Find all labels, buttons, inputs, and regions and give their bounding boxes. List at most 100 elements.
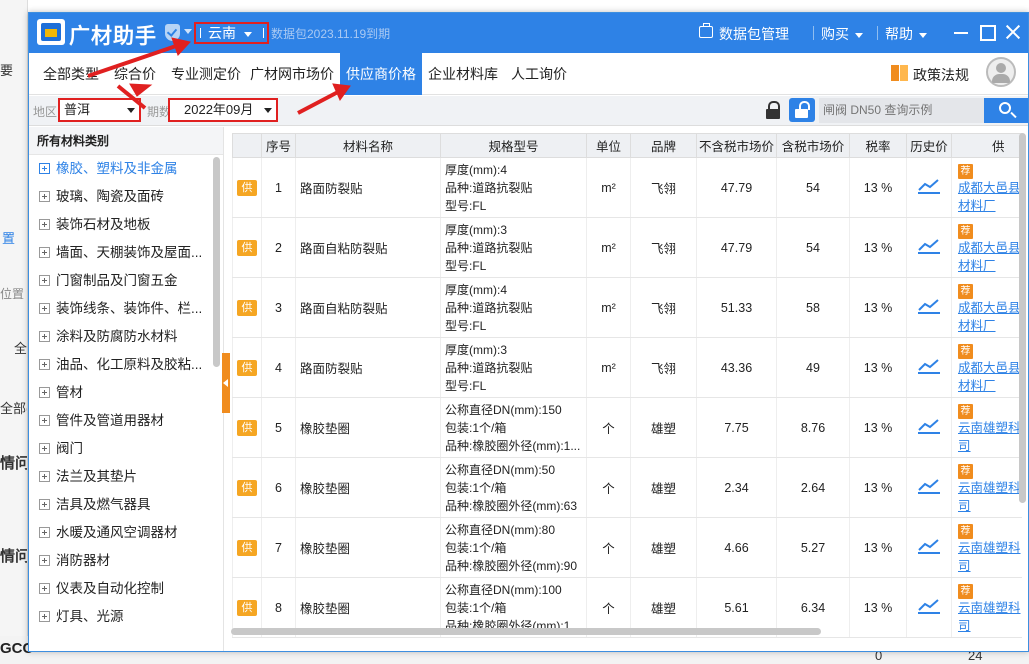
table-row[interactable]: 供 6 橡胶垫圈 公称直径DN(mm):50 包装:1个/箱 品种:橡胶圈外径(mm):6…: [232, 457, 1022, 518]
sidebar-item-rubber-plastic[interactable]: 橡胶、塑料及非金属: [29, 155, 223, 183]
expand-plus-icon[interactable]: [39, 359, 50, 370]
table-row[interactable]: 供 2 路面自粘防裂贴 厚度(mm):3 品种:道路抗裂贴 型号:FL m² 飞翎 47.79 5…: [232, 217, 1022, 278]
sidebar-collapse-handle[interactable]: [222, 353, 230, 413]
unlock-icon[interactable]: [789, 98, 815, 122]
expand-plus-icon[interactable]: [39, 471, 50, 482]
column-header-history[interactable]: 历史价: [906, 133, 952, 158]
chevron-down-icon[interactable]: [184, 29, 192, 34]
shield-icon[interactable]: [165, 24, 180, 41]
data-package-button[interactable]: 数据包管理: [719, 24, 789, 44]
sidebar-item-pipe-fittings[interactable]: 管件及管道用器材: [29, 407, 223, 435]
supplier-link[interactable]: 云南雄塑科司: [958, 539, 1022, 575]
sidebar-item-pipes[interactable]: 管材: [29, 379, 223, 407]
column-header-price-in-tax[interactable]: 含税市场价: [776, 133, 850, 158]
sidebar-item-oils-chemicals[interactable]: 油品、化工原料及胶粘...: [29, 351, 223, 379]
area-select[interactable]: 普洱: [58, 98, 141, 122]
sidebar-item-sanitary[interactable]: 洁具及燃气器具: [29, 491, 223, 519]
policy-button[interactable]: 政策法规: [891, 65, 969, 85]
supplier-link[interactable]: 成都大邑县 材料厂: [958, 179, 1022, 215]
expand-plus-icon[interactable]: [39, 611, 50, 622]
sidebar-item-wall-ceiling[interactable]: 墙面、天棚装饰及屋面...: [29, 239, 223, 267]
column-header-unit[interactable]: 单位: [586, 133, 631, 158]
sidebar-item-stone-floor[interactable]: 装饰石材及地板: [29, 211, 223, 239]
sidebar-item-fire[interactable]: 消防器材: [29, 547, 223, 575]
supplier-link[interactable]: 成都大邑县 材料厂: [958, 239, 1022, 275]
minimize-icon[interactable]: [951, 22, 971, 42]
expand-plus-icon[interactable]: [39, 583, 50, 594]
supplier-link[interactable]: 云南雄塑科司: [958, 419, 1022, 455]
buy-menu[interactable]: 购买: [821, 24, 863, 44]
trend-chart-icon[interactable]: [918, 418, 940, 434]
sidebar-item-lighting[interactable]: 灯具、光源: [29, 603, 223, 631]
supplier-link[interactable]: 云南雄塑科司: [958, 599, 1022, 635]
expand-plus-icon[interactable]: [39, 555, 50, 566]
column-header-price-ex-tax[interactable]: 不含税市场价: [696, 133, 777, 158]
sidebar-item-instruments[interactable]: 仪表及自动化控制: [29, 575, 223, 603]
column-header-brand[interactable]: 品牌: [630, 133, 697, 158]
trend-chart-icon[interactable]: [918, 298, 940, 314]
cell-spec: 厚度(mm):4 品种:道路抗裂贴 型号:FL: [440, 157, 587, 218]
close-icon[interactable]: [1003, 22, 1023, 42]
expand-plus-icon[interactable]: [39, 499, 50, 510]
expand-plus-icon[interactable]: [39, 219, 50, 230]
expand-plus-icon[interactable]: [39, 275, 50, 286]
cell-history: [906, 517, 952, 578]
sidebar-item-flanges[interactable]: 法兰及其垫片: [29, 463, 223, 491]
tab-composite-price[interactable]: 综合价: [108, 53, 162, 95]
trend-chart-icon[interactable]: [918, 538, 940, 554]
supplier-link[interactable]: 成都大邑县 材料厂: [958, 359, 1022, 395]
column-header-no[interactable]: 序号: [261, 133, 296, 158]
avatar[interactable]: [986, 57, 1016, 87]
region-dropdown[interactable]: 云南: [194, 22, 269, 44]
period-select[interactable]: 2022年09月: [168, 98, 278, 122]
tab-supplier-price[interactable]: 供应商价格: [340, 53, 422, 95]
sidebar-scrollbar[interactable]: [213, 157, 220, 367]
column-header-tax-rate[interactable]: 税率: [849, 133, 907, 158]
sidebar-item-coatings[interactable]: 涂料及防腐防水材料: [29, 323, 223, 351]
expand-plus-icon[interactable]: [39, 415, 50, 426]
help-menu[interactable]: 帮助: [885, 24, 927, 44]
expand-plus-icon[interactable]: [39, 527, 50, 538]
trend-chart-icon[interactable]: [918, 478, 940, 494]
expand-plus-icon[interactable]: [39, 191, 50, 202]
tab-market-price[interactable]: 广材网市场价: [244, 53, 340, 95]
supplier-link[interactable]: 成都大邑县 材料厂: [958, 299, 1022, 335]
sidebar-item-hvac[interactable]: 水暖及通风空调器材: [29, 519, 223, 547]
maximize-icon[interactable]: [977, 22, 997, 42]
table-row[interactable]: 供 1 路面防裂贴 厚度(mm):4 品种:道路抗裂贴 型号:FL m² 飞翎 47.79 54 1…: [232, 157, 1022, 218]
trend-chart-icon[interactable]: [918, 358, 940, 374]
column-header-spec[interactable]: 规格型号: [440, 133, 587, 158]
expand-plus-icon[interactable]: [39, 331, 50, 342]
trend-chart-icon[interactable]: [918, 238, 940, 254]
table-row[interactable]: 供 4 路面防裂贴 厚度(mm):3 品种:道路抗裂贴 型号:FL m² 飞翎 43.36 49 1…: [232, 337, 1022, 398]
trend-chart-icon[interactable]: [918, 178, 940, 194]
sidebar-item-valves[interactable]: 阀门: [29, 435, 223, 463]
supplier-link[interactable]: 云南雄塑科司: [958, 479, 1022, 515]
table-horizontal-scrollbar[interactable]: [231, 628, 821, 635]
expand-plus-icon[interactable]: [39, 443, 50, 454]
price-table-container: 序号 材料名称 规格型号 单位 品牌 不含税市场价 含税市场价 税率 历史价 供…: [232, 133, 1022, 643]
trend-chart-icon[interactable]: [918, 598, 940, 614]
tab-professional-price[interactable]: 专业测定价: [165, 53, 247, 95]
table-row[interactable]: 供 7 橡胶垫圈 公称直径DN(mm):80 包装:1个/箱 品种:橡胶圈外径(mm):9…: [232, 517, 1022, 578]
cell-spec: 厚度(mm):3 品种:道路抗裂贴 型号:FL: [440, 337, 587, 398]
table-vertical-scrollbar[interactable]: [1019, 133, 1026, 503]
lock-icon[interactable]: [766, 101, 780, 119]
column-header-supplier[interactable]: 供: [951, 133, 1022, 158]
table-row[interactable]: 供 5 橡胶垫圈 公称直径DN(mm):150 包装:1个/箱 品种:橡胶圈外径(mm):…: [232, 397, 1022, 458]
expand-plus-icon[interactable]: [39, 303, 50, 314]
cell-price-in-tax: 5.27: [776, 517, 850, 578]
search-input[interactable]: [819, 98, 984, 123]
sidebar-item-decor-lines[interactable]: 装饰线条、装饰件、栏...: [29, 295, 223, 323]
sidebar-item-glass-ceramic[interactable]: 玻璃、陶瓷及面砖: [29, 183, 223, 211]
search-button[interactable]: [984, 98, 1028, 123]
expand-plus-icon[interactable]: [39, 247, 50, 258]
tab-manual-inquiry[interactable]: 人工询价: [505, 53, 573, 95]
tab-enterprise-library[interactable]: 企业材料库: [422, 53, 504, 95]
expand-plus-icon[interactable]: [39, 163, 50, 174]
column-header-name[interactable]: 材料名称: [295, 133, 441, 158]
expand-plus-icon[interactable]: [39, 387, 50, 398]
sidebar-item-doors-windows[interactable]: 门窗制品及门窗五金: [29, 267, 223, 295]
tab-all-types[interactable]: 全部类型: [37, 53, 105, 95]
table-row[interactable]: 供 3 路面自粘防裂贴 厚度(mm):4 品种:道路抗裂贴 型号:FL m² 飞翎 51.33 5…: [232, 277, 1022, 338]
